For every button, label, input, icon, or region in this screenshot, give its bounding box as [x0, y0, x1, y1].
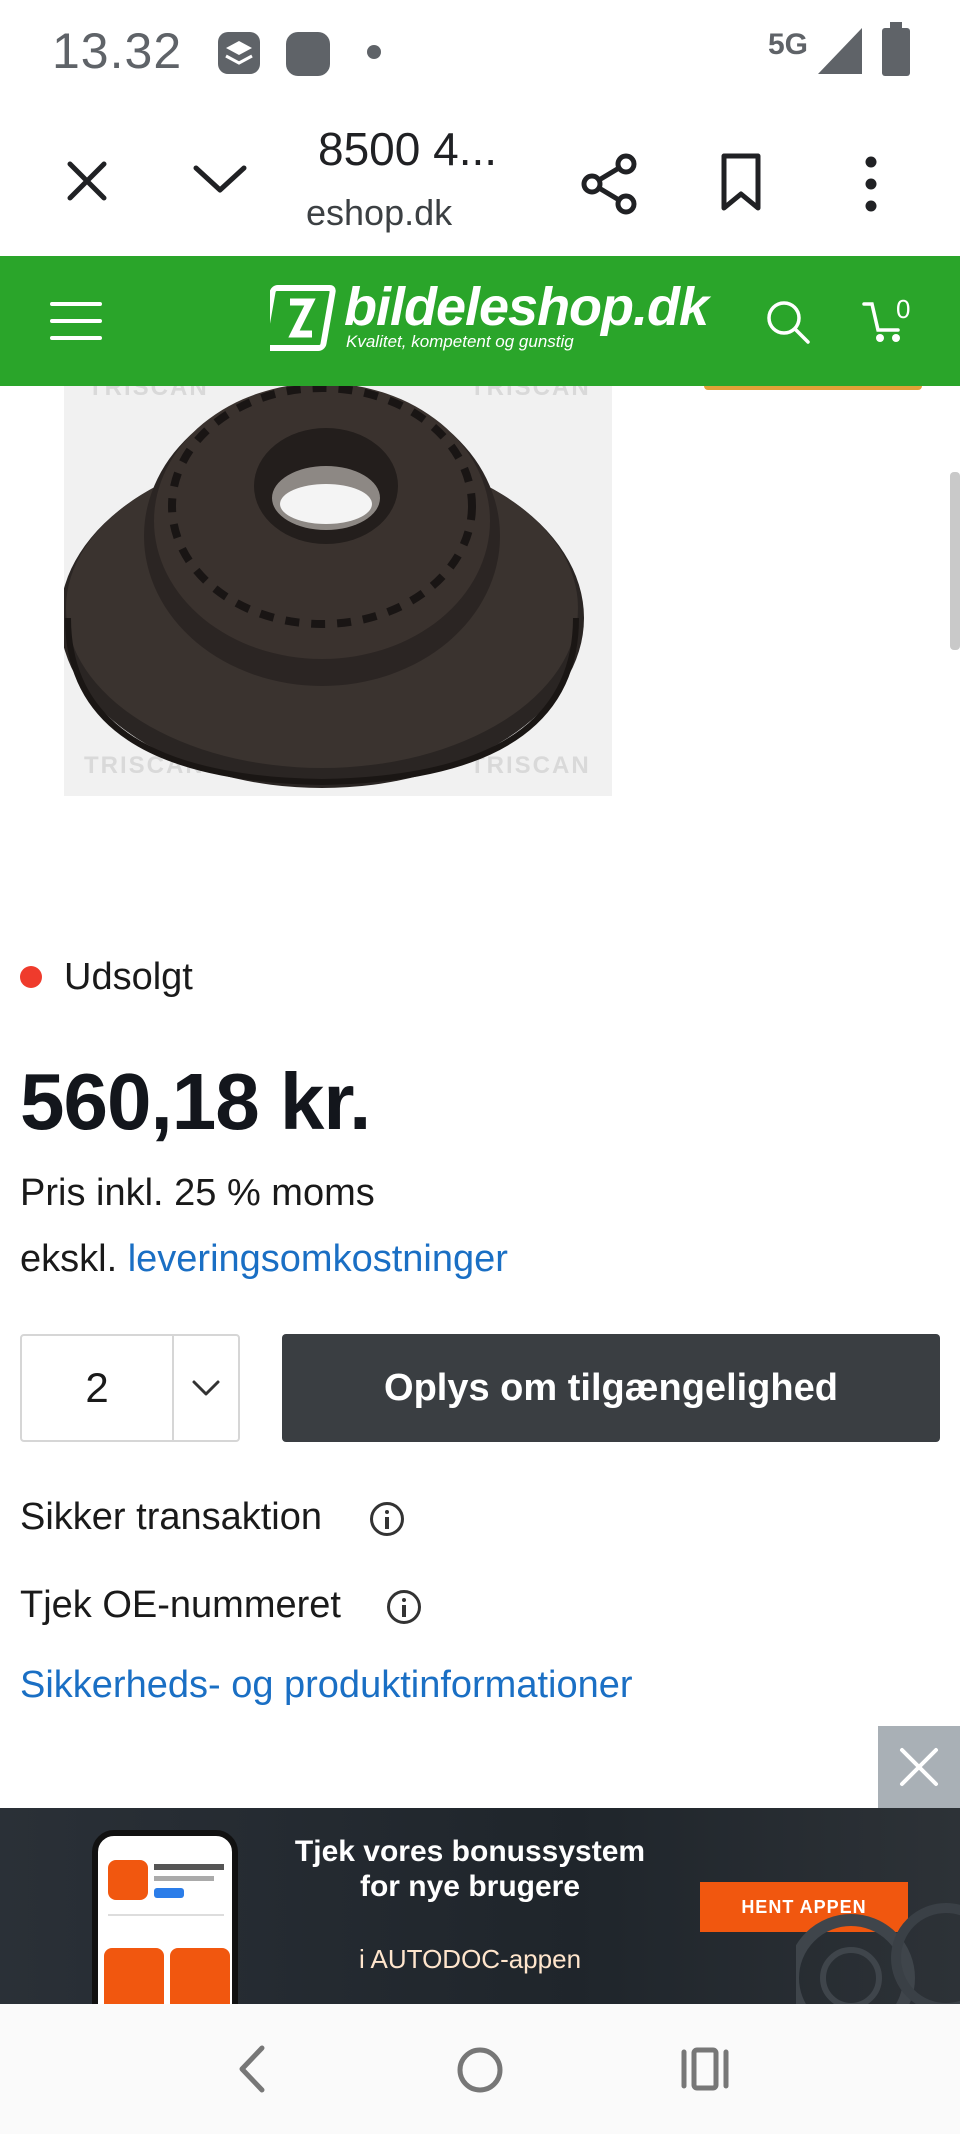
chevron-down-icon[interactable]	[190, 160, 250, 200]
shipping-prefix: ekskl.	[20, 1238, 118, 1280]
tab-url[interactable]: eshop.dk	[306, 192, 452, 234]
secure-transaction-label: Sikker transaktion	[20, 1496, 323, 1538]
site-logo[interactable]: bildeleshop.dk	[344, 276, 709, 338]
scrollbar[interactable]	[950, 472, 960, 650]
ad-heading: Tjek vores bonussystem for nye brugere	[294, 1835, 646, 1903]
signal-icon	[818, 28, 862, 74]
info-icon[interactable]	[387, 1590, 421, 1624]
tab-title[interactable]: 8500 4...	[318, 122, 497, 176]
search-icon[interactable]	[764, 298, 812, 346]
network-type-label: 5G	[768, 28, 809, 61]
product-image[interactable]: TRISCAN TRISCAN TRISCAN TRISCAN	[64, 386, 612, 796]
stock-status-dot	[20, 966, 42, 988]
recent-apps-icon[interactable]	[680, 2046, 730, 2092]
notify-availability-button[interactable]: Oplys om tilgængelighed	[282, 1334, 940, 1442]
more-options-icon[interactable]	[856, 152, 886, 216]
price-vat-note: Pris inkl. 25 % moms	[20, 1172, 375, 1214]
shipping-costs-link[interactable]: leveringsomkostninger	[128, 1238, 508, 1280]
ad-subtext: i AUTODOC-appen	[358, 1944, 582, 1974]
status-bar: 13.32 5G	[0, 0, 960, 108]
tire-decoration-icon	[796, 1903, 960, 2004]
bookmark-icon[interactable]	[716, 152, 766, 212]
status-time: 13.32	[52, 23, 183, 79]
home-icon[interactable]	[456, 2046, 504, 2094]
stack-notification-icon	[218, 32, 260, 74]
ad-close-button[interactable]	[878, 1726, 960, 1808]
info-icon[interactable]	[370, 1502, 404, 1536]
quantity-value[interactable]: 2	[22, 1364, 172, 1412]
quantity-divider	[172, 1336, 174, 1440]
tab-underline	[704, 386, 922, 390]
battery-icon	[882, 22, 910, 76]
close-icon[interactable]	[62, 156, 112, 206]
site-header: bildeleshop.dk Kvalitet, kompetent og gu…	[0, 256, 960, 386]
app-notification-icon	[286, 32, 330, 76]
product-price: 560,18 kr.	[20, 1057, 371, 1146]
chevron-down-icon[interactable]	[188, 1376, 224, 1400]
quantity-select[interactable]: 2	[20, 1334, 240, 1442]
system-navigation-bar	[0, 2004, 960, 2134]
app-phone-mockup	[92, 1830, 238, 2004]
shipping-note: ekskl. leveringsomkostninger	[20, 1238, 508, 1281]
app-promo-banner[interactable]: Tjek vores bonussystem for nye brugere i…	[0, 1808, 960, 2004]
back-icon[interactable]	[232, 2044, 272, 2094]
custom-tab-toolbar: 8500 4... eshop.dk	[0, 108, 960, 258]
close-icon[interactable]	[898, 1746, 940, 1788]
share-icon[interactable]	[580, 152, 640, 216]
safety-information-link[interactable]: Sikkerheds- og produktinformationer	[20, 1664, 633, 1707]
check-oe-number-label: Tjek OE-nummeret	[20, 1584, 341, 1626]
strut-mount-illustration	[64, 386, 584, 788]
site-slogan: Kvalitet, kompetent og gunstig	[346, 332, 574, 351]
hamburger-menu-icon[interactable]	[50, 300, 102, 342]
site-logo-mark-icon[interactable]	[270, 284, 338, 352]
stock-status: Udsolgt	[64, 956, 193, 998]
cart-count[interactable]: 0	[896, 294, 910, 325]
more-notifications-dot-icon	[367, 45, 381, 59]
